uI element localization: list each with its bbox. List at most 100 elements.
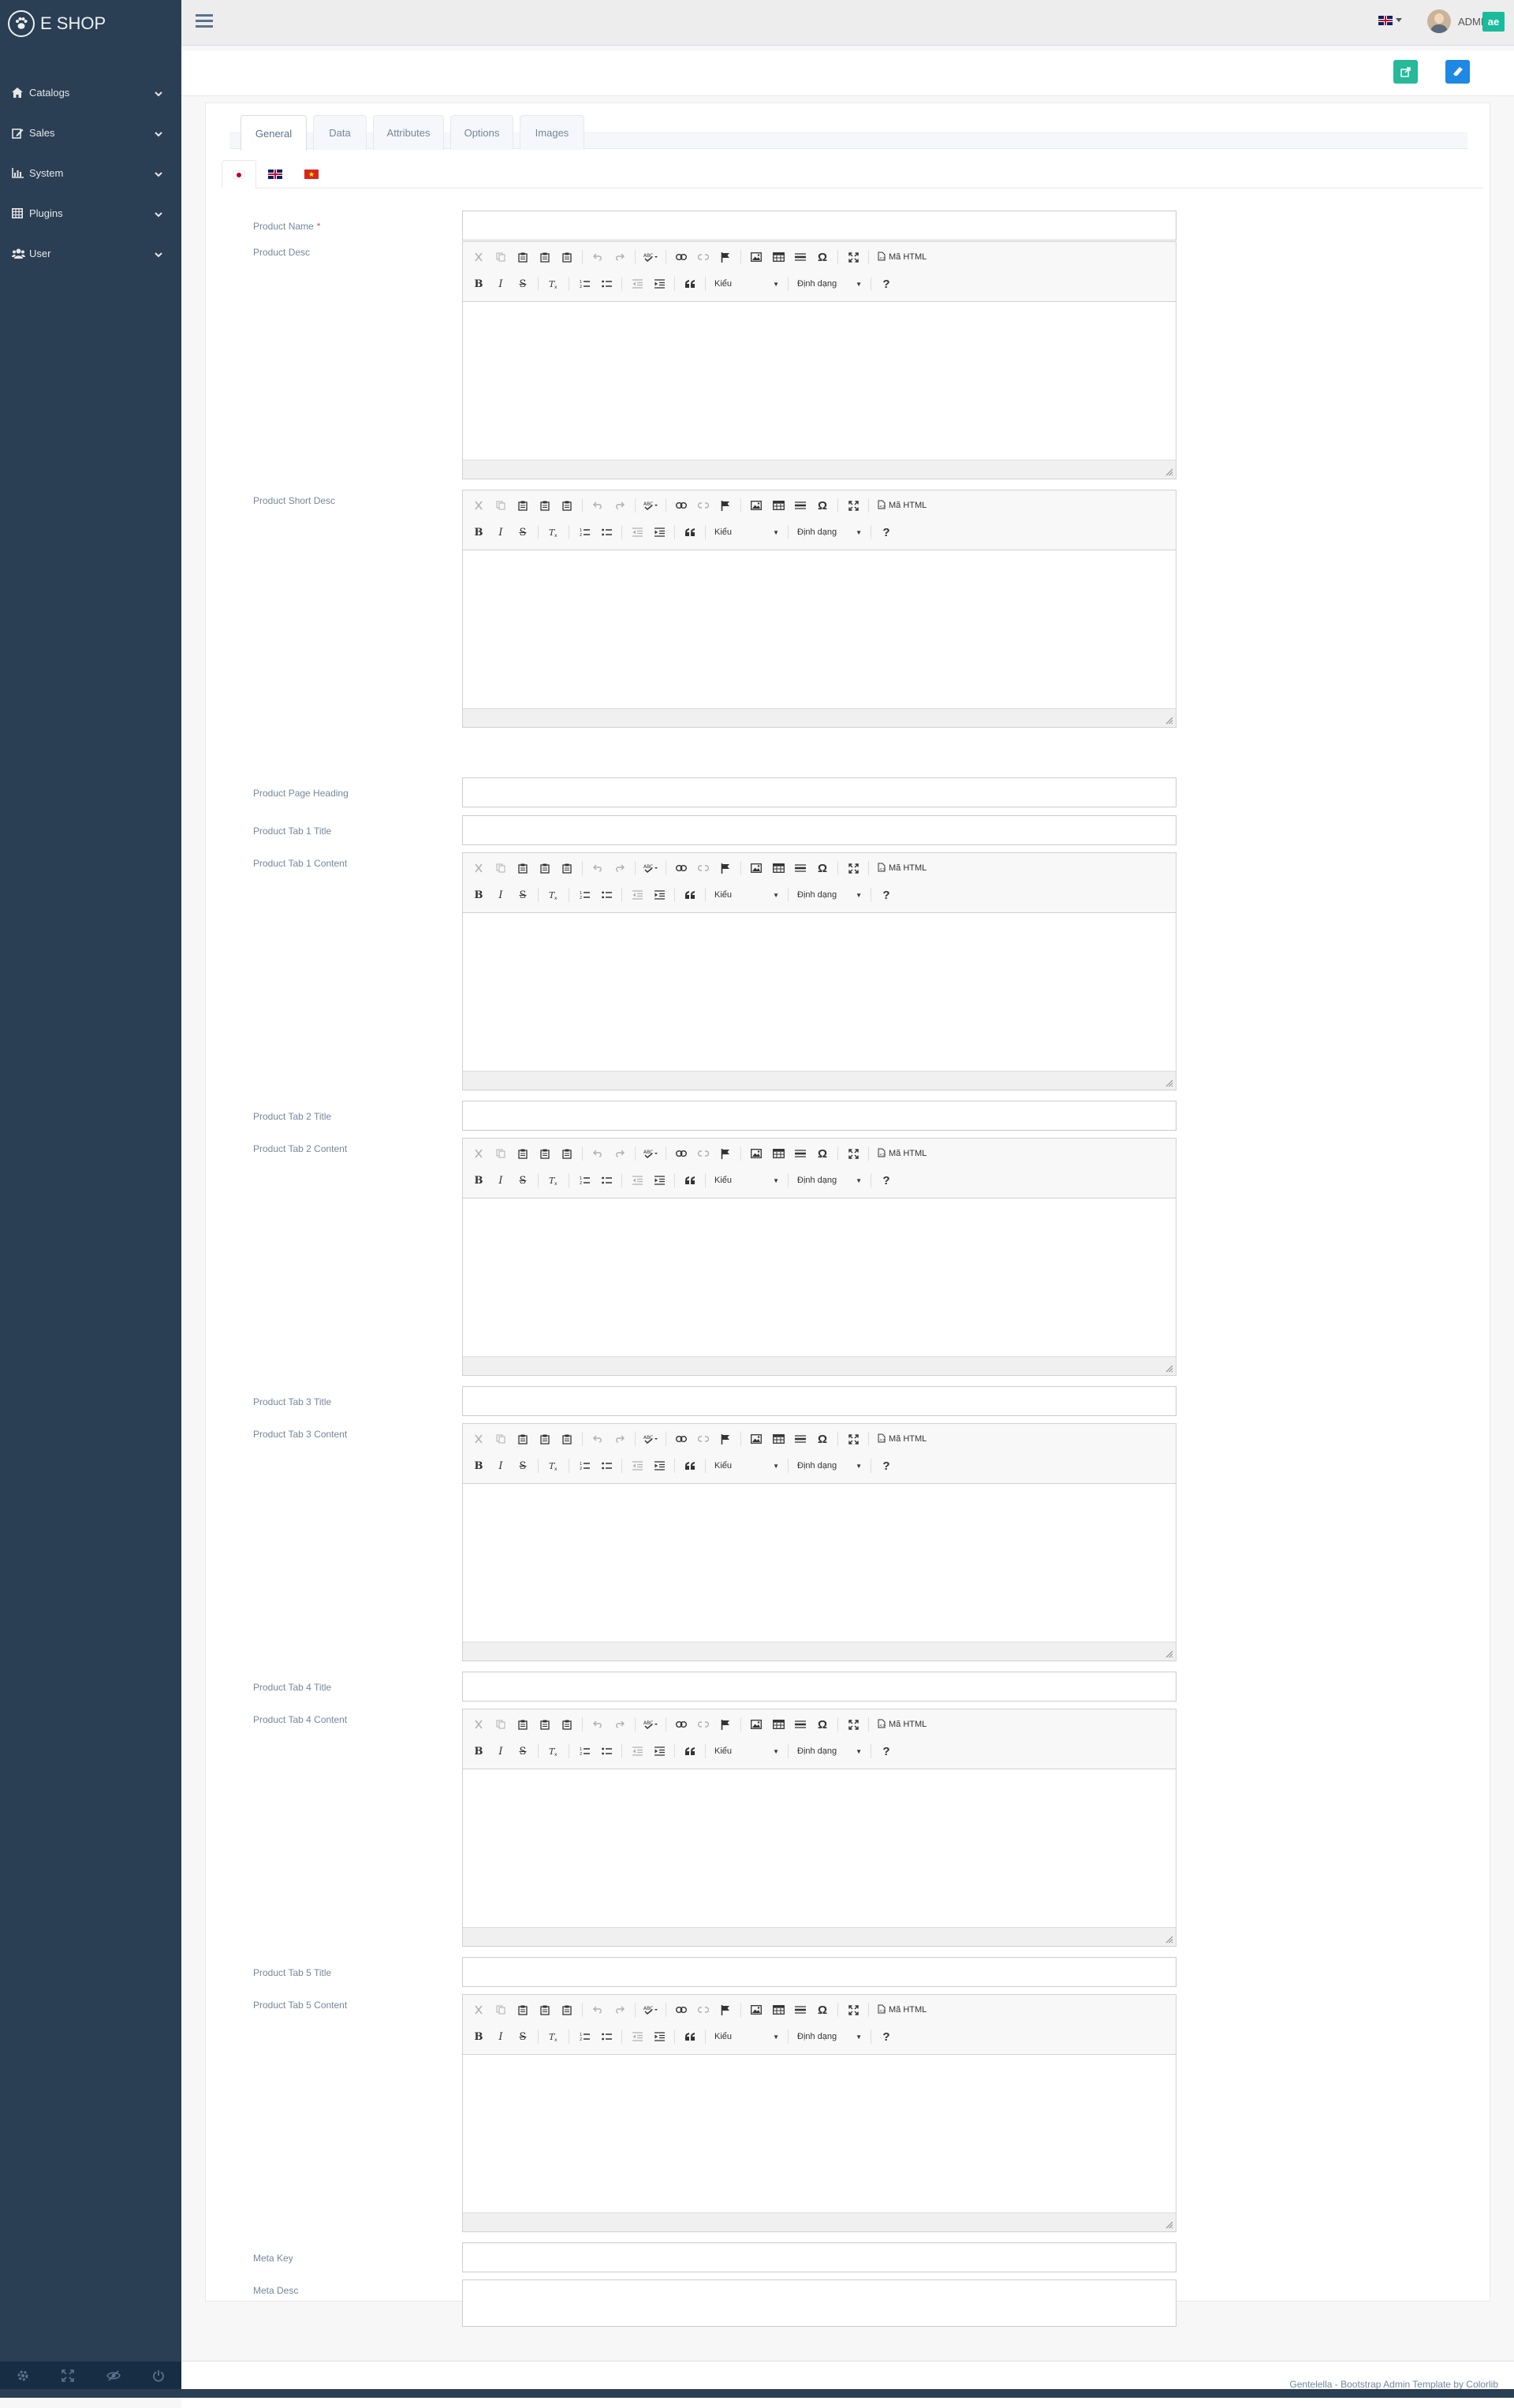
strike-icon[interactable]: S xyxy=(513,523,532,542)
tab-general[interactable]: General xyxy=(241,115,307,151)
image-icon[interactable] xyxy=(747,1144,766,1163)
bulleted-list-icon[interactable] xyxy=(597,1742,616,1761)
paste-text-icon[interactable] xyxy=(535,859,554,878)
maximize-icon[interactable] xyxy=(844,859,863,878)
paste-text-icon[interactable] xyxy=(535,248,554,267)
help-icon[interactable]: ? xyxy=(877,1456,896,1475)
indent-icon[interactable] xyxy=(650,274,669,293)
source-button[interactable]: <> Mã HTML xyxy=(874,859,930,878)
anchor-icon[interactable] xyxy=(716,1430,735,1448)
paste-icon[interactable] xyxy=(513,859,532,878)
editor-content-area[interactable] xyxy=(463,1484,1176,1642)
outdent-icon[interactable] xyxy=(628,1742,647,1761)
blockquote-icon[interactable] xyxy=(681,885,699,904)
strike-icon[interactable]: S xyxy=(513,885,532,904)
copy-icon[interactable] xyxy=(491,248,510,267)
link-icon[interactable] xyxy=(672,248,691,267)
undo-icon[interactable] xyxy=(588,1430,607,1448)
strike-icon[interactable]: S xyxy=(513,1742,532,1761)
paste-word-icon[interactable] xyxy=(557,496,576,515)
maximize-icon[interactable] xyxy=(844,2000,863,2019)
special-char-icon[interactable]: Ω xyxy=(813,496,832,515)
paste-icon[interactable] xyxy=(513,1144,532,1163)
italic-icon[interactable]: I xyxy=(491,274,510,293)
unlink-icon[interactable] xyxy=(694,248,713,267)
blockquote-icon[interactable] xyxy=(681,1171,699,1190)
outdent-icon[interactable] xyxy=(628,2027,647,2046)
numbered-list-icon[interactable]: 12 xyxy=(575,1742,594,1761)
italic-icon[interactable]: I xyxy=(491,885,510,904)
table-icon[interactable] xyxy=(769,1430,788,1448)
paste-word-icon[interactable] xyxy=(557,1715,576,1734)
paste-icon[interactable] xyxy=(513,2000,532,2019)
paste-icon[interactable] xyxy=(513,248,532,267)
help-icon[interactable]: ? xyxy=(877,1171,896,1190)
unlink-icon[interactable] xyxy=(694,1715,713,1734)
tab-data[interactable]: Data xyxy=(313,115,367,150)
indent-icon[interactable] xyxy=(650,1456,669,1475)
styles-dropdown[interactable]: Kiểu ▼ xyxy=(711,1172,782,1189)
format-dropdown[interactable]: Định dạng ▼ xyxy=(794,524,865,541)
paste-text-icon[interactable] xyxy=(535,2000,554,2019)
format-dropdown[interactable]: Định dạng ▼ xyxy=(794,2028,865,2045)
remove-format-icon[interactable]: Tx xyxy=(544,1456,563,1475)
remove-format-icon[interactable]: Tx xyxy=(544,885,563,904)
bold-icon[interactable]: B xyxy=(469,1456,488,1475)
meta-key-input[interactable] xyxy=(462,2242,1177,2272)
indent-icon[interactable] xyxy=(650,1742,669,1761)
indent-icon[interactable] xyxy=(650,885,669,904)
special-char-icon[interactable]: Ω xyxy=(813,1715,832,1734)
editor-content-area[interactable] xyxy=(463,302,1176,460)
horizontal-rule-icon[interactable] xyxy=(791,1430,810,1448)
copy-icon[interactable] xyxy=(491,2000,510,2019)
menu-toggle-icon[interactable] xyxy=(196,13,213,31)
eraser-button[interactable] xyxy=(1445,60,1470,84)
cut-icon[interactable] xyxy=(469,2000,488,2019)
redo-icon[interactable] xyxy=(610,2000,629,2019)
spellcheck-icon[interactable]: ABC xyxy=(641,1430,660,1448)
product-page-heading-input[interactable] xyxy=(462,777,1177,807)
image-icon[interactable] xyxy=(747,496,766,515)
maximize-icon[interactable] xyxy=(844,248,863,267)
resize-grip-icon[interactable] xyxy=(1165,1936,1173,1944)
styles-dropdown[interactable]: Kiểu ▼ xyxy=(711,524,782,541)
sidebar-item-plugins[interactable]: Plugins xyxy=(0,193,181,233)
styles-dropdown[interactable]: Kiểu ▼ xyxy=(711,2028,782,2045)
paste-icon[interactable] xyxy=(513,1430,532,1448)
remove-format-icon[interactable]: Tx xyxy=(544,1742,563,1761)
italic-icon[interactable]: I xyxy=(491,1742,510,1761)
maximize-icon[interactable] xyxy=(844,1144,863,1163)
paste-word-icon[interactable] xyxy=(557,2000,576,2019)
paste-word-icon[interactable] xyxy=(557,1430,576,1448)
italic-icon[interactable]: I xyxy=(491,1171,510,1190)
spellcheck-icon[interactable]: ABC xyxy=(641,1715,660,1734)
image-icon[interactable] xyxy=(747,248,766,267)
copy-icon[interactable] xyxy=(491,1430,510,1448)
editor-content-area[interactable] xyxy=(463,913,1176,1071)
bold-icon[interactable]: B xyxy=(469,2027,488,2046)
blockquote-icon[interactable] xyxy=(681,523,699,542)
product-tab3-title-input[interactable] xyxy=(462,1386,1177,1416)
anchor-icon[interactable] xyxy=(716,248,735,267)
resize-grip-icon[interactable] xyxy=(1165,468,1173,476)
format-dropdown[interactable]: Định dạng ▼ xyxy=(794,1457,865,1474)
undo-icon[interactable] xyxy=(588,1715,607,1734)
cut-icon[interactable] xyxy=(469,1430,488,1448)
cut-icon[interactable] xyxy=(469,1715,488,1734)
lock-icon[interactable] xyxy=(91,2361,136,2389)
paste-word-icon[interactable] xyxy=(557,248,576,267)
sidebar-item-catalogs[interactable]: Catalogs xyxy=(0,73,181,113)
product-tab1-title-input[interactable] xyxy=(462,815,1177,845)
editor-content-area[interactable] xyxy=(463,2055,1176,2212)
language-dropdown[interactable] xyxy=(1378,16,1402,25)
outdent-icon[interactable] xyxy=(628,1171,647,1190)
paste-word-icon[interactable] xyxy=(557,859,576,878)
redo-icon[interactable] xyxy=(610,859,629,878)
italic-icon[interactable]: I xyxy=(491,2027,510,2046)
help-icon[interactable]: ? xyxy=(877,2027,896,2046)
italic-icon[interactable]: I xyxy=(491,523,510,542)
source-button[interactable]: <> Mã HTML xyxy=(874,248,930,267)
special-char-icon[interactable]: Ω xyxy=(813,1144,832,1163)
source-button[interactable]: <> Mã HTML xyxy=(874,2000,930,2019)
maximize-icon[interactable] xyxy=(844,496,863,515)
